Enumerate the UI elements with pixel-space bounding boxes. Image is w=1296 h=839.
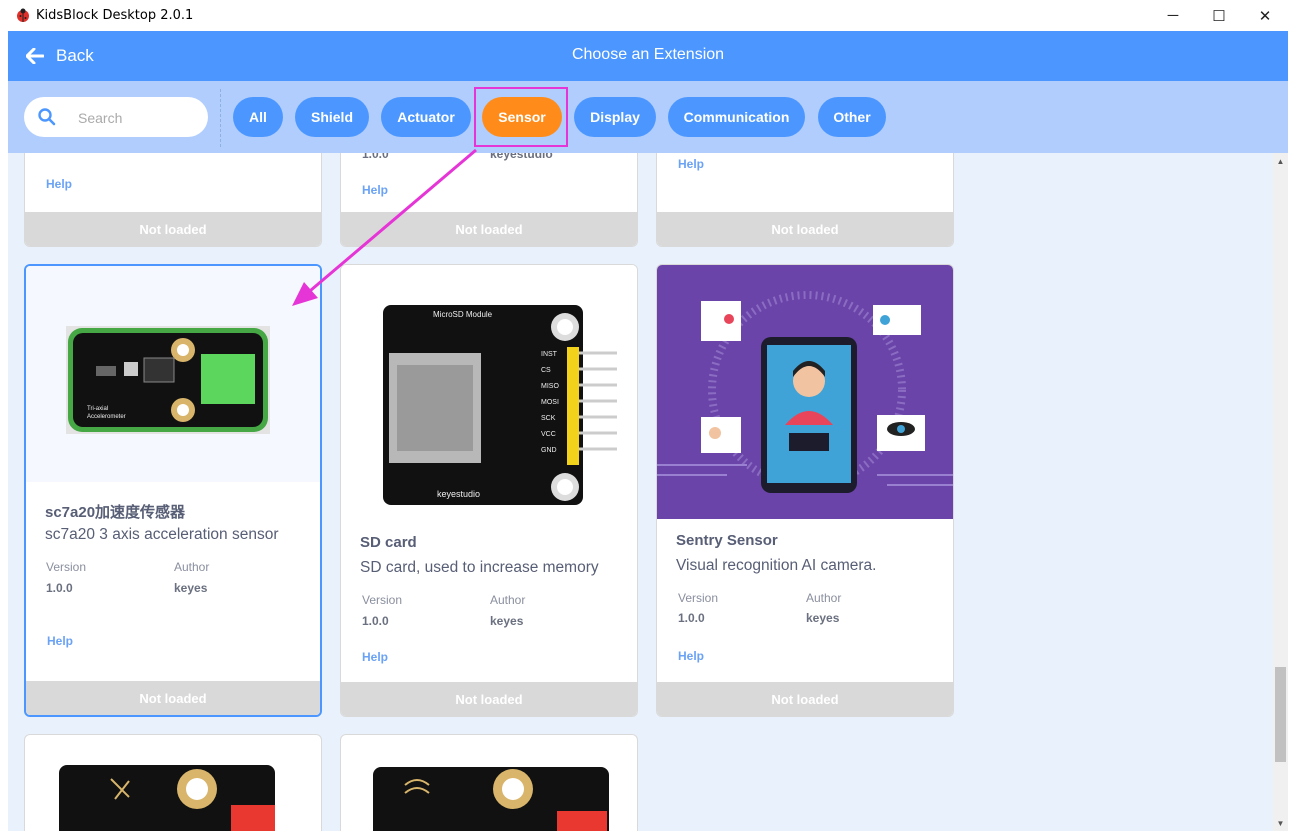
filter-display[interactable]: Display bbox=[574, 97, 656, 137]
filter-other[interactable]: Other bbox=[818, 97, 886, 137]
pin-label: VCC bbox=[541, 431, 556, 438]
extension-description: sc7a20 3 axis acceleration sensor bbox=[45, 526, 279, 543]
extension-card-partial[interactable]: Help Not loaded bbox=[656, 153, 954, 247]
pin-label: CS bbox=[541, 367, 551, 374]
filter-divider bbox=[220, 89, 221, 147]
extension-card-partial[interactable] bbox=[24, 734, 322, 831]
back-button[interactable]: Back bbox=[26, 45, 94, 67]
extension-card-sentry-sensor[interactable]: Sentry Sensor Visual recognition AI came… bbox=[656, 264, 954, 717]
board-label-line-1: Tri-axial bbox=[87, 406, 108, 412]
pin-label: GND bbox=[541, 447, 557, 454]
filter-shield[interactable]: Shield bbox=[295, 97, 369, 137]
author-label: Author bbox=[174, 560, 210, 574]
minimize-button[interactable]: ─ bbox=[1150, 0, 1196, 31]
extension-card-sc7a20[interactable]: Tri-axial Accelerometer sc7a20加速度传感器 sc7… bbox=[24, 264, 322, 717]
version-value: 1.0.0 bbox=[362, 153, 389, 161]
pin-label: INST bbox=[541, 351, 558, 358]
help-link[interactable]: Help bbox=[362, 183, 388, 197]
version-label: Version bbox=[678, 591, 719, 605]
extension-name: Sentry Sensor bbox=[676, 532, 778, 549]
page-title: Choose an Extension bbox=[571, 46, 725, 63]
search-input[interactable] bbox=[76, 107, 200, 129]
help-link[interactable]: Help bbox=[362, 650, 388, 664]
module-label: MicroSD Module bbox=[433, 310, 493, 319]
help-link[interactable]: Help bbox=[46, 177, 72, 191]
status-not-loaded: Not loaded bbox=[341, 682, 637, 716]
version-label: Version bbox=[362, 593, 403, 607]
extension-image: Tri-axial Accelerometer bbox=[26, 266, 320, 482]
filter-actuator[interactable]: Actuator bbox=[381, 97, 471, 137]
search-icon bbox=[38, 108, 56, 126]
extension-image: MicroSD Module keyestudio INST CS MISO M… bbox=[341, 265, 637, 519]
back-label: Back bbox=[56, 46, 94, 65]
accelerometer-module-image: Tri-axial Accelerometer bbox=[66, 326, 270, 434]
pin-label: MOSI bbox=[541, 399, 559, 406]
extension-card-sd-card[interactable]: MicroSD Module keyestudio INST CS MISO M… bbox=[340, 264, 638, 717]
scrollbar-thumb[interactable] bbox=[1275, 667, 1286, 762]
close-window-button[interactable]: ✕ bbox=[1242, 0, 1288, 31]
version-value: 1.0.0 bbox=[678, 611, 705, 625]
pin-label: MISO bbox=[541, 383, 559, 390]
author-value: keyes bbox=[490, 614, 524, 628]
annotation-highlight-box bbox=[474, 87, 568, 147]
pin-label: SCK bbox=[541, 415, 556, 422]
sd-card-module-image: MicroSD Module keyestudio INST CS MISO M… bbox=[383, 305, 617, 505]
vertical-scrollbar[interactable]: ▲ ▼ bbox=[1273, 153, 1288, 831]
author-label: Author bbox=[806, 591, 842, 605]
module-image bbox=[373, 767, 609, 831]
extension-name: sc7a20加速度传感器 bbox=[45, 504, 186, 521]
version-value: 1.0.0 bbox=[46, 581, 73, 595]
status-not-loaded: Not loaded bbox=[657, 212, 953, 246]
ladybug-icon bbox=[17, 8, 29, 22]
status-not-loaded: Not loaded bbox=[657, 682, 953, 716]
extension-card-partial[interactable] bbox=[340, 734, 638, 831]
board-label-line-2: Accelerometer bbox=[87, 414, 126, 420]
help-link[interactable]: Help bbox=[678, 649, 704, 663]
window-titlebar: KidsBlock Desktop 2.0.1 ─ ☐ ✕ bbox=[0, 0, 1296, 31]
sentry-camera-image bbox=[657, 291, 953, 493]
filter-all[interactable]: All bbox=[233, 97, 283, 137]
status-not-loaded: Not loaded bbox=[25, 212, 321, 246]
version-value: 1.0.0 bbox=[362, 614, 389, 628]
maximize-button[interactable]: ☐ bbox=[1196, 0, 1242, 31]
extension-description: SD card, used to increase memory bbox=[360, 559, 599, 576]
search-box[interactable] bbox=[24, 97, 208, 137]
author-label: Author bbox=[490, 593, 526, 607]
author-value: keyes bbox=[174, 581, 208, 595]
filter-bar: All Shield Actuator Sensor Display Commu… bbox=[8, 81, 1288, 153]
brand-label: keyestudio bbox=[437, 489, 480, 499]
arrow-left-icon bbox=[26, 48, 44, 64]
module-image bbox=[59, 765, 275, 831]
extension-card-partial[interactable]: 1.0.0 keyestudio Help Not loaded bbox=[340, 153, 638, 247]
window-title: KidsBlock Desktop 2.0.1 bbox=[36, 8, 194, 23]
filter-communication[interactable]: Communication bbox=[668, 97, 805, 137]
help-link[interactable]: Help bbox=[47, 634, 73, 648]
status-not-loaded: Not loaded bbox=[341, 212, 637, 246]
scroll-down-arrow-icon[interactable]: ▼ bbox=[1273, 815, 1288, 831]
extension-header: Choose an Extension Back bbox=[8, 31, 1288, 81]
author-value: keyestudio bbox=[490, 153, 553, 161]
author-value: keyes bbox=[806, 611, 840, 625]
extension-image bbox=[657, 265, 953, 519]
scroll-up-arrow-icon[interactable]: ▲ bbox=[1273, 153, 1288, 169]
version-label: Version bbox=[46, 560, 87, 574]
status-not-loaded: Not loaded bbox=[26, 681, 320, 715]
extension-card-partial[interactable]: Help Not loaded bbox=[24, 153, 322, 247]
extension-library: Help Not loaded 1.0.0 keyestudio Help No… bbox=[8, 153, 1273, 831]
extension-description: Visual recognition AI camera. bbox=[676, 557, 877, 574]
extension-name: SD card bbox=[360, 534, 417, 551]
help-link[interactable]: Help bbox=[678, 157, 704, 171]
